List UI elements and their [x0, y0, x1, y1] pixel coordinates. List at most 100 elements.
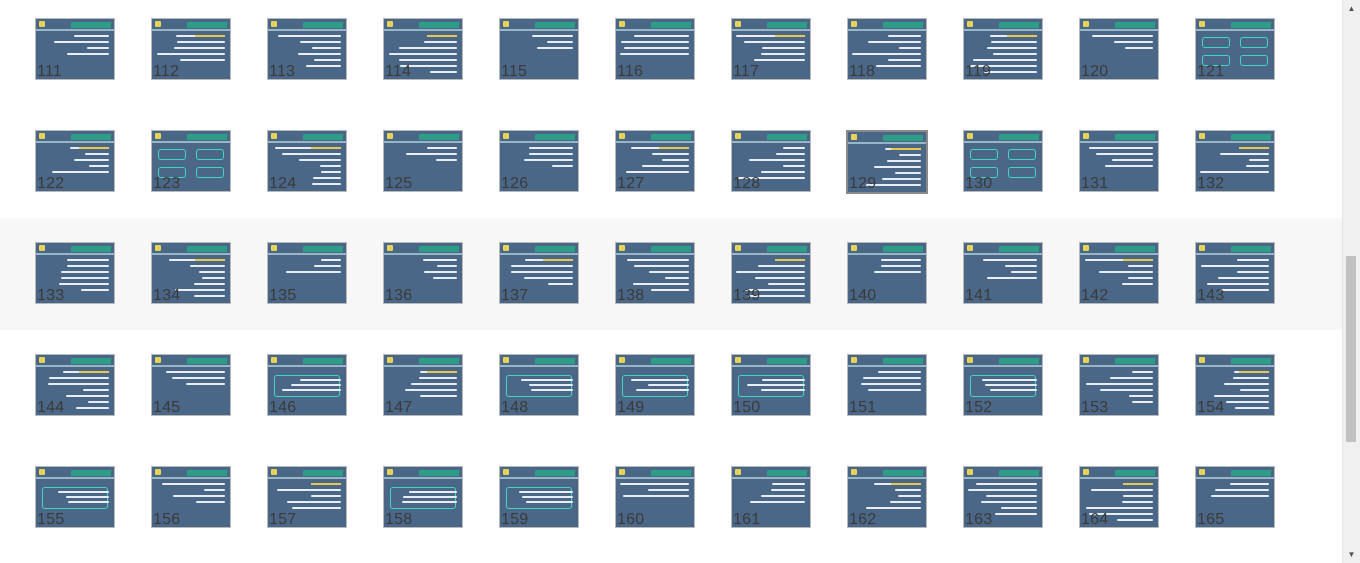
slide-number: 131: [1081, 175, 1109, 192]
slide-thumbnail-item[interactable]: 134: [151, 218, 231, 318]
slide-thumbnail-item[interactable]: 146: [267, 330, 347, 430]
slide-thumbnail-item[interactable]: 141: [963, 218, 1043, 318]
scroll-down-arrow-icon[interactable]: ▼: [1343, 546, 1360, 563]
slide-thumbnail-item[interactable]: 132: [1195, 106, 1275, 206]
slide-thumbnail-item[interactable]: 116: [615, 0, 695, 94]
slide-thumbnail-item[interactable]: 129: [846, 106, 928, 206]
slide-title-bar: [419, 22, 459, 28]
slide-thumbnail-item[interactable]: 114: [383, 0, 463, 94]
slide-title-bar: [651, 470, 691, 476]
slide-thumbnail-item[interactable]: 163: [963, 442, 1043, 542]
slide-thumbnail-item[interactable]: 157: [267, 442, 347, 542]
text-line: [1132, 401, 1153, 403]
slide-title-bar: [187, 22, 227, 28]
highlight-line: [195, 259, 225, 261]
text-line: [982, 379, 1037, 381]
slide-thumbnail-item[interactable]: 152: [963, 330, 1043, 430]
text-line: [1237, 259, 1269, 261]
scroll-up-arrow-icon[interactable]: ▲: [1343, 0, 1360, 17]
slide-thumbnail-item[interactable]: 136: [383, 218, 463, 318]
text-line: [768, 283, 805, 285]
slide-thumbnail-item[interactable]: 140: [847, 218, 927, 318]
text-line: [524, 277, 573, 279]
vertical-scrollbar[interactable]: ▲ ▼: [1342, 0, 1360, 563]
slide-thumbnail-item[interactable]: 159: [499, 442, 579, 542]
diagram-box: [1202, 37, 1230, 48]
slide-header-band: [964, 29, 1042, 31]
slide-thumbnail-item[interactable]: 149: [615, 330, 695, 430]
text-line: [48, 383, 109, 385]
slide-thumbnail-item[interactable]: 119: [963, 0, 1043, 94]
slide-thumbnail-item[interactable]: 138: [615, 218, 695, 318]
slide-thumbnail-item[interactable]: 115: [499, 0, 579, 94]
text-line: [1122, 283, 1153, 285]
text-line: [1129, 395, 1153, 397]
slide-title-bar: [1115, 470, 1155, 476]
scroll-thumb[interactable]: [1346, 256, 1356, 442]
slide-thumbnail-item[interactable]: 145: [151, 330, 231, 430]
slide-thumbnail-item[interactable]: 125: [383, 106, 463, 206]
text-line: [277, 489, 341, 491]
slide-thumbnail-item[interactable]: 133: [35, 218, 115, 318]
slide-thumbnail-item[interactable]: 120: [1079, 0, 1159, 94]
slide-thumbnail-item[interactable]: 124: [267, 106, 347, 206]
slide-thumbnail-item[interactable]: 153: [1079, 330, 1159, 430]
slide-thumbnail-item[interactable]: 135: [267, 218, 347, 318]
text-line: [881, 265, 921, 267]
slide-thumbnail-item[interactable]: 147: [383, 330, 463, 430]
slide-header-band: [500, 29, 578, 31]
slide-thumbnail-item[interactable]: 148: [499, 330, 579, 430]
slide-thumbnail-item[interactable]: 150: [731, 330, 811, 430]
slide-header-band: [964, 141, 1042, 143]
slide-thumbnail-item[interactable]: 161: [731, 442, 811, 542]
slide-thumbnail-item[interactable]: 142: [1079, 218, 1159, 318]
slide-thumbnail-item[interactable]: 155: [35, 442, 115, 542]
slide-thumbnail-item[interactable]: 130: [963, 106, 1043, 206]
slide-thumbnail-item[interactable]: 162: [847, 442, 927, 542]
diagram-box: [970, 149, 998, 160]
slide-logo-icon: [735, 21, 741, 27]
slide-thumbnail-item[interactable]: 123: [151, 106, 231, 206]
slide-thumbnail-item[interactable]: 112: [151, 0, 231, 94]
slide-thumbnail-item[interactable]: 118: [847, 0, 927, 94]
slide-thumbnail-item[interactable]: 121: [1195, 0, 1275, 94]
slide-thumbnail-item[interactable]: 165: [1195, 442, 1275, 542]
slide-thumbnail-item[interactable]: 160: [615, 442, 695, 542]
slide-thumbnail-item[interactable]: 158: [383, 442, 463, 542]
text-line: [882, 178, 921, 180]
slide-thumbnail-item[interactable]: 113: [267, 0, 347, 94]
highlight-line: [775, 259, 805, 261]
slide-thumbnail-item[interactable]: 139: [731, 218, 811, 318]
highlight-line: [427, 35, 457, 37]
text-line: [162, 483, 225, 485]
text-line: [761, 389, 805, 391]
slide-thumbnail-item[interactable]: 122: [35, 106, 115, 206]
slide-thumbnail-item[interactable]: 117: [731, 0, 811, 94]
slide-thumbnail-item[interactable]: 151: [847, 330, 927, 430]
highlight-line: [659, 147, 689, 149]
slide-thumbnail-item[interactable]: 144: [35, 330, 115, 430]
slide-thumbnail-item[interactable]: 127: [615, 106, 695, 206]
slide-header-band: [1196, 253, 1274, 255]
slide-header-band: [152, 29, 230, 31]
slide-thumbnail-item[interactable]: 143: [1195, 218, 1275, 318]
slide-thumbnail-item[interactable]: 126: [499, 106, 579, 206]
text-line: [173, 495, 225, 497]
slide-thumbnail-item[interactable]: 128: [731, 106, 811, 206]
slide-number: 116: [617, 63, 644, 80]
slide-thumbnail-item[interactable]: 156: [151, 442, 231, 542]
slide-number: 118: [849, 63, 876, 80]
text-line: [984, 71, 1037, 73]
slide-thumbnail-item[interactable]: 111: [35, 0, 115, 94]
slide-thumbnail-item[interactable]: 164: [1079, 442, 1159, 542]
text-line: [761, 171, 805, 173]
slide-header-band: [848, 29, 926, 31]
slide-thumbnail-item[interactable]: 154: [1195, 330, 1275, 430]
text-line: [66, 496, 109, 498]
slide-number: 140: [849, 287, 877, 304]
slide-thumbnail-item[interactable]: 137: [499, 218, 579, 318]
slide-thumbnail-item[interactable]: 131: [1079, 106, 1159, 206]
slide-logo-icon: [967, 357, 973, 363]
text-line: [1110, 377, 1153, 379]
slide-title-bar: [1115, 358, 1155, 364]
